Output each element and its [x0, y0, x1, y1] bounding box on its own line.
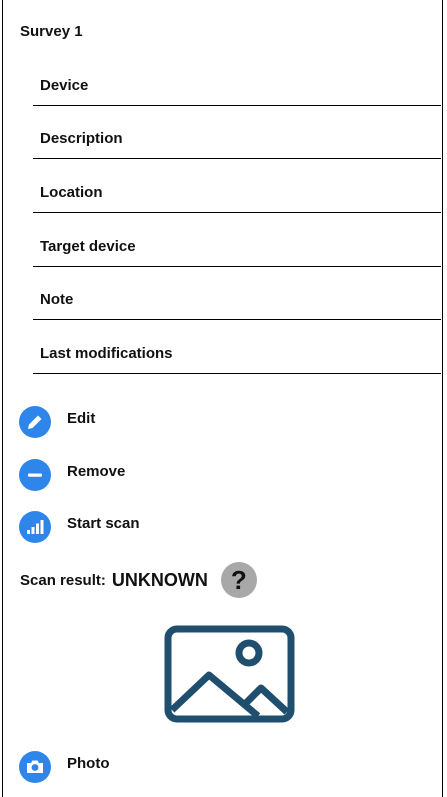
camera-icon: [19, 751, 51, 783]
remove-label: Remove: [67, 462, 126, 480]
remove-button[interactable]: Remove: [19, 458, 125, 492]
edit-label: Edit: [67, 409, 96, 427]
field-target-device[interactable]: Target device: [33, 215, 441, 267]
pencil-icon: [19, 406, 51, 438]
field-label: Description: [40, 130, 123, 147]
signal-bars-icon: [19, 511, 51, 543]
scan-result-value: UNKNOWN: [111, 569, 208, 590]
field-label: Note: [40, 291, 74, 308]
field-label: Target device: [40, 238, 136, 255]
start-scan-button[interactable]: Start scan: [19, 510, 140, 544]
minus-icon: [19, 459, 51, 491]
image-placeholder-icon[interactable]: [163, 625, 299, 725]
photo-label: Photo: [67, 754, 110, 772]
start-scan-label: Start scan: [67, 514, 140, 532]
scan-result-label: Scan result:: [20, 571, 106, 589]
scan-result-row: Scan result: UNKNOWN ?: [20, 562, 257, 598]
field-device[interactable]: Device: [33, 54, 441, 106]
field-description[interactable]: Description: [33, 107, 441, 159]
field-last-modifications[interactable]: Last modifications: [33, 322, 441, 374]
field-label: Location: [40, 184, 103, 201]
field-label: Device: [40, 77, 89, 94]
survey-title: Survey 1: [20, 23, 83, 40]
field-location[interactable]: Location: [33, 161, 441, 213]
survey-detail-screen: Survey 1 Device Description Location Tar…: [2, 0, 443, 797]
field-note[interactable]: Note: [33, 268, 441, 320]
help-icon[interactable]: ?: [220, 562, 257, 598]
field-label: Last modifications: [40, 345, 173, 362]
photo-button[interactable]: Photo: [19, 750, 110, 784]
edit-button[interactable]: Edit: [19, 405, 95, 439]
